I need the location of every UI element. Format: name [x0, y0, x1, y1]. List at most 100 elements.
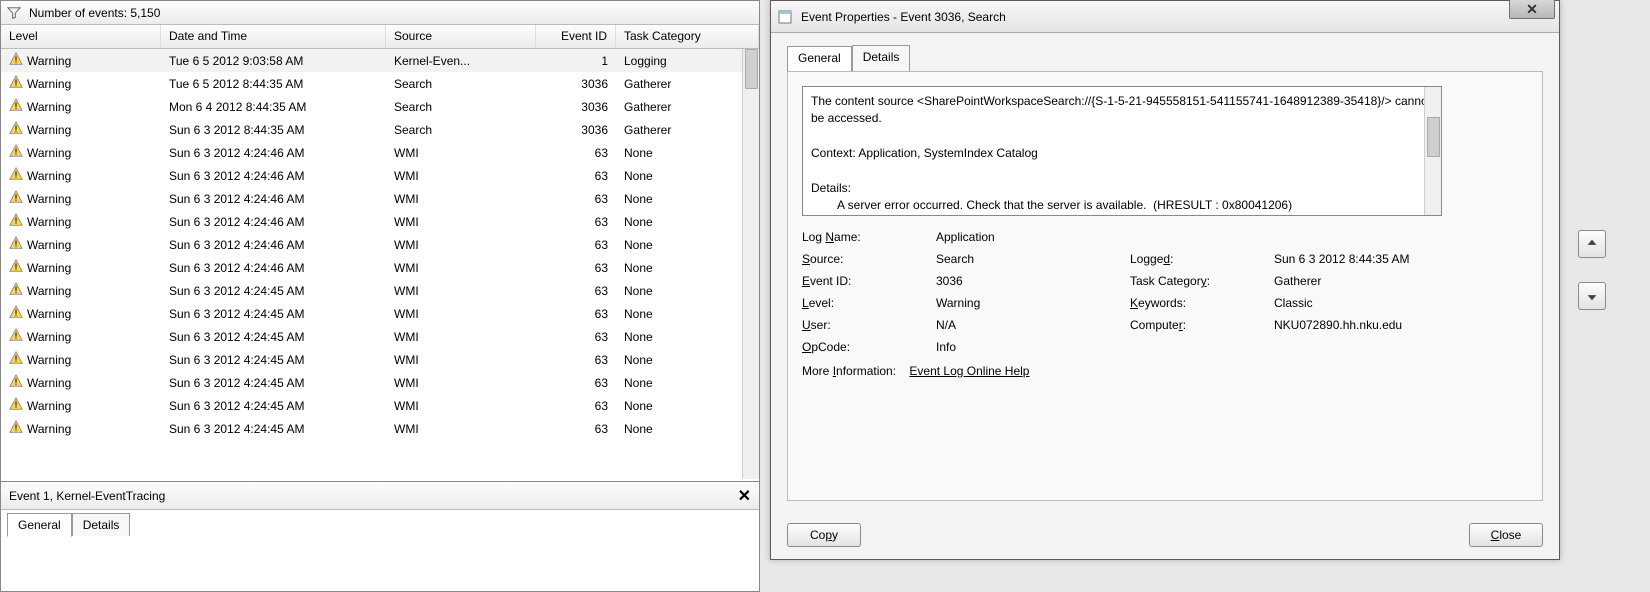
cell-category: None: [616, 259, 759, 277]
lbl-keywords: Keywords:: [1130, 296, 1270, 310]
filter-icon: [7, 6, 21, 20]
cell-level: Warning: [1, 257, 161, 278]
preview-header: Event 1, Kernel-EventTracing ✕: [1, 482, 759, 510]
table-row[interactable]: WarningTue 6 5 2012 9:03:58 AMKernel-Eve…: [1, 49, 759, 72]
cell-source: Kernel-Even...: [386, 52, 536, 70]
filter-bar: Number of events: 5,150: [1, 1, 759, 25]
cell-eventid: 63: [536, 420, 616, 438]
tab-general[interactable]: General: [7, 513, 72, 537]
cell-date: Tue 6 5 2012 8:44:35 AM: [161, 75, 386, 93]
cell-source: WMI: [386, 420, 536, 438]
warning-icon: [9, 397, 23, 414]
table-row[interactable]: WarningSun 6 3 2012 4:24:45 AMWMI63None: [1, 348, 759, 371]
preview-tabs: General Details: [1, 510, 759, 536]
table-row[interactable]: WarningMon 6 4 2012 8:44:35 AMSearch3036…: [1, 95, 759, 118]
cell-date: Sun 6 3 2012 4:24:45 AM: [161, 305, 386, 323]
table-row[interactable]: WarningSun 6 3 2012 4:24:46 AMWMI63None: [1, 210, 759, 233]
table-row[interactable]: WarningSun 6 3 2012 4:24:46 AMWMI63None: [1, 141, 759, 164]
val-user: N/A: [936, 318, 1126, 332]
cell-category: Gatherer: [616, 75, 759, 93]
vertical-scrollbar[interactable]: [742, 49, 759, 479]
cell-level: Warning: [1, 418, 161, 439]
col-header-date[interactable]: Date and Time: [161, 25, 386, 48]
cell-eventid: 63: [536, 190, 616, 208]
tab-details[interactable]: Details: [72, 513, 131, 536]
next-event-button[interactable]: [1578, 282, 1606, 310]
cell-eventid: 3036: [536, 98, 616, 116]
table-row[interactable]: WarningSun 6 3 2012 4:24:46 AMWMI63None: [1, 233, 759, 256]
grid-header: Level Date and Time Source Event ID Task…: [1, 25, 759, 49]
cell-level: Warning: [1, 165, 161, 186]
dialog-titlebar[interactable]: Event Properties - Event 3036, Search ✕: [771, 1, 1559, 33]
cell-eventid: 63: [536, 305, 616, 323]
cell-date: Sun 6 3 2012 4:24:46 AM: [161, 213, 386, 231]
cell-date: Sun 6 3 2012 4:24:45 AM: [161, 420, 386, 438]
warning-icon: [9, 420, 23, 437]
val-opcode: Info: [936, 340, 1528, 354]
col-header-category[interactable]: Task Category: [616, 25, 759, 48]
cell-eventid: 63: [536, 144, 616, 162]
dialog-tab-details[interactable]: Details: [852, 45, 911, 71]
preview-pane: Event 1, Kernel-EventTracing ✕ General D…: [1, 481, 759, 591]
event-list-pane: Number of events: 5,150 Level Date and T…: [0, 0, 760, 592]
table-row[interactable]: WarningSun 6 3 2012 4:24:45 AMWMI63None: [1, 394, 759, 417]
val-computer: NKU072890.hh.nku.edu: [1274, 318, 1528, 332]
cell-date: Tue 6 5 2012 9:03:58 AM: [161, 52, 386, 70]
desc-scrollbar[interactable]: [1424, 87, 1441, 215]
cell-source: Search: [386, 121, 536, 139]
table-row[interactable]: WarningSun 6 3 2012 4:24:45 AMWMI63None: [1, 417, 759, 440]
cell-source: WMI: [386, 305, 536, 323]
cell-eventid: 63: [536, 213, 616, 231]
description-textbox[interactable]: The content source <SharePointWorkspaceS…: [802, 86, 1442, 216]
cell-category: Gatherer: [616, 121, 759, 139]
window-close-button[interactable]: ✕: [1509, 0, 1555, 19]
cell-date: Sun 6 3 2012 4:24:45 AM: [161, 282, 386, 300]
cell-level: Warning: [1, 234, 161, 255]
desc-line: A server error occurred. Check that the …: [811, 197, 1433, 214]
cell-source: WMI: [386, 167, 536, 185]
warning-icon: [9, 144, 23, 161]
val-level: Warning: [936, 296, 1126, 310]
desc-scrollbar-thumb[interactable]: [1427, 117, 1440, 157]
properties-grid: Log Name: Application Source: Search Log…: [802, 230, 1528, 354]
col-header-level[interactable]: Level: [1, 25, 161, 48]
table-row[interactable]: WarningSun 6 3 2012 4:24:45 AMWMI63None: [1, 279, 759, 302]
col-header-source[interactable]: Source: [386, 25, 536, 48]
event-log-online-help-link[interactable]: Event Log Online Help: [909, 364, 1029, 378]
close-button[interactable]: Close: [1469, 523, 1543, 547]
cell-source: WMI: [386, 397, 536, 415]
table-row[interactable]: WarningSun 6 3 2012 4:24:45 AMWMI63None: [1, 325, 759, 348]
cell-date: Sun 6 3 2012 8:44:35 AM: [161, 121, 386, 139]
dialog-body: General Details The content source <Shar…: [771, 33, 1559, 559]
prev-event-button[interactable]: [1578, 230, 1606, 258]
col-header-eventid[interactable]: Event ID: [536, 25, 616, 48]
cell-level: Warning: [1, 372, 161, 393]
cell-date: Sun 6 3 2012 4:24:45 AM: [161, 351, 386, 369]
grid-body[interactable]: WarningTue 6 5 2012 9:03:58 AMKernel-Eve…: [1, 49, 759, 459]
cell-category: None: [616, 328, 759, 346]
table-row[interactable]: WarningTue 6 5 2012 8:44:35 AMSearch3036…: [1, 72, 759, 95]
scrollbar-thumb[interactable]: [745, 49, 758, 89]
table-row[interactable]: WarningSun 6 3 2012 4:24:46 AMWMI63None: [1, 187, 759, 210]
table-row[interactable]: WarningSun 6 3 2012 4:24:46 AMWMI63None: [1, 164, 759, 187]
cell-eventid: 1: [536, 52, 616, 70]
cell-date: Sun 6 3 2012 4:24:45 AM: [161, 397, 386, 415]
cell-level: Warning: [1, 119, 161, 140]
copy-button[interactable]: Copy: [787, 523, 861, 547]
cell-level: Warning: [1, 50, 161, 71]
cell-category: None: [616, 213, 759, 231]
cell-level: Warning: [1, 211, 161, 232]
cell-date: Sun 6 3 2012 4:24:46 AM: [161, 190, 386, 208]
table-row[interactable]: WarningSun 6 3 2012 8:44:35 AMSearch3036…: [1, 118, 759, 141]
table-row[interactable]: WarningSun 6 3 2012 4:24:46 AMWMI63None: [1, 256, 759, 279]
preview-title: Event 1, Kernel-EventTracing: [9, 489, 165, 503]
cell-category: None: [616, 397, 759, 415]
preview-close-button[interactable]: ✕: [738, 486, 751, 506]
cell-category: None: [616, 374, 759, 392]
table-row[interactable]: WarningSun 6 3 2012 4:24:45 AMWMI63None: [1, 371, 759, 394]
table-row[interactable]: WarningSun 6 3 2012 4:24:45 AMWMI63None: [1, 302, 759, 325]
dialog-tab-general[interactable]: General: [787, 46, 852, 72]
cell-eventid: 63: [536, 259, 616, 277]
dialog-tabs: General Details: [787, 45, 1543, 71]
cell-eventid: 63: [536, 282, 616, 300]
